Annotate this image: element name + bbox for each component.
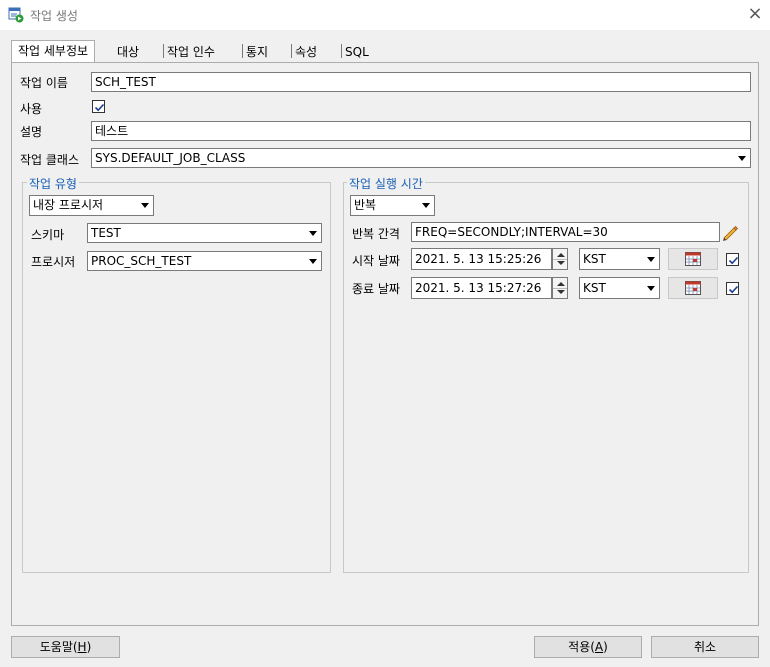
schedule-mode-select[interactable]: 반복 [350, 195, 435, 216]
procedure-select[interactable]: PROC_SCH_TEST [87, 251, 322, 271]
apply-button[interactable]: 적용(A) [534, 636, 642, 658]
schedule-title: 작업 실행 시간 [347, 175, 425, 192]
start-timezone-value: KST [583, 252, 606, 266]
end-date-label: 종료 날짜 [352, 282, 400, 296]
window-title: 작업 생성 [30, 9, 78, 23]
checkmark-icon [728, 256, 739, 265]
tab-target[interactable]: 대상 [114, 42, 142, 62]
dropdown-arrow-icon [309, 231, 317, 236]
schema-label: 스키마 [31, 228, 65, 242]
dropdown-arrow-icon [647, 257, 655, 262]
calendar-icon [685, 281, 701, 295]
enabled-label: 사용 [20, 102, 43, 116]
job-name-label: 작업 이름 [20, 76, 68, 90]
spin-up-icon [557, 282, 565, 286]
end-timezone-select[interactable]: KST [579, 277, 660, 299]
job-class-label: 작업 클래스 [20, 153, 80, 167]
tab-job-arguments[interactable]: 작업 인수 [164, 42, 218, 62]
tab-properties[interactable]: 속성 [292, 42, 320, 62]
checkmark-icon [94, 103, 105, 112]
schema-select[interactable]: TEST [87, 223, 322, 243]
start-calendar-button[interactable] [668, 248, 718, 270]
end-timezone-value: KST [583, 281, 606, 295]
spin-up-icon [557, 253, 565, 257]
end-date-checkbox[interactable] [726, 282, 739, 295]
end-calendar-button[interactable] [668, 277, 718, 299]
title-bar [0, 0, 770, 30]
checkmark-icon [728, 285, 739, 294]
calendar-icon [685, 252, 701, 266]
start-timezone-select[interactable]: KST [579, 248, 660, 270]
enabled-checkbox[interactable] [92, 100, 105, 113]
dropdown-arrow-icon [309, 259, 317, 264]
dropdown-arrow-icon [141, 203, 149, 208]
description-input[interactable]: 테스트 [91, 121, 751, 141]
procedure-label: 프로시저 [31, 255, 76, 269]
end-date-spinner[interactable] [552, 277, 568, 299]
spin-down-icon [557, 261, 565, 265]
dropdown-arrow-icon [738, 156, 746, 161]
start-date-checkbox[interactable] [726, 253, 739, 266]
job-class-value: SYS.DEFAULT_JOB_CLASS [95, 151, 246, 165]
description-label: 설명 [20, 125, 43, 139]
interval-label: 반복 간격 [352, 227, 400, 241]
help-button[interactable]: 도움말(H) [11, 636, 120, 658]
job-name-input[interactable]: SCH_TEST [91, 72, 751, 92]
schedule-mode-value: 반복 [354, 198, 377, 212]
cancel-button[interactable]: 취소 [651, 636, 759, 658]
start-date-spinner[interactable] [552, 248, 568, 270]
job-type-title: 작업 유형 [27, 175, 79, 192]
start-date-label: 시작 날짜 [352, 254, 400, 268]
close-icon[interactable]: × [744, 3, 766, 25]
schema-value: TEST [91, 226, 121, 240]
tab-job-details[interactable]: 작업 세부정보 [11, 40, 96, 62]
procedure-value: PROC_SCH_TEST [91, 254, 192, 268]
tab-notification[interactable]: 통지 [243, 42, 271, 62]
job-class-select[interactable]: SYS.DEFAULT_JOB_CLASS [91, 148, 751, 168]
interval-input[interactable]: FREQ=SECONDLY;INTERVAL=30 [411, 222, 720, 242]
spin-down-icon [557, 290, 565, 294]
job-type-select[interactable]: 내장 프로시저 [29, 195, 154, 216]
end-date-input[interactable]: 2021. 5. 13 15:27:26 [411, 277, 552, 299]
job-type-value: 내장 프로시저 [33, 198, 104, 212]
tab-sql[interactable]: SQL [342, 42, 372, 62]
start-date-input[interactable]: 2021. 5. 13 15:25:26 [411, 248, 552, 270]
dropdown-arrow-icon [647, 286, 655, 291]
app-window-icon [8, 7, 24, 23]
dropdown-arrow-icon [422, 203, 430, 208]
pencil-icon[interactable] [720, 222, 740, 242]
